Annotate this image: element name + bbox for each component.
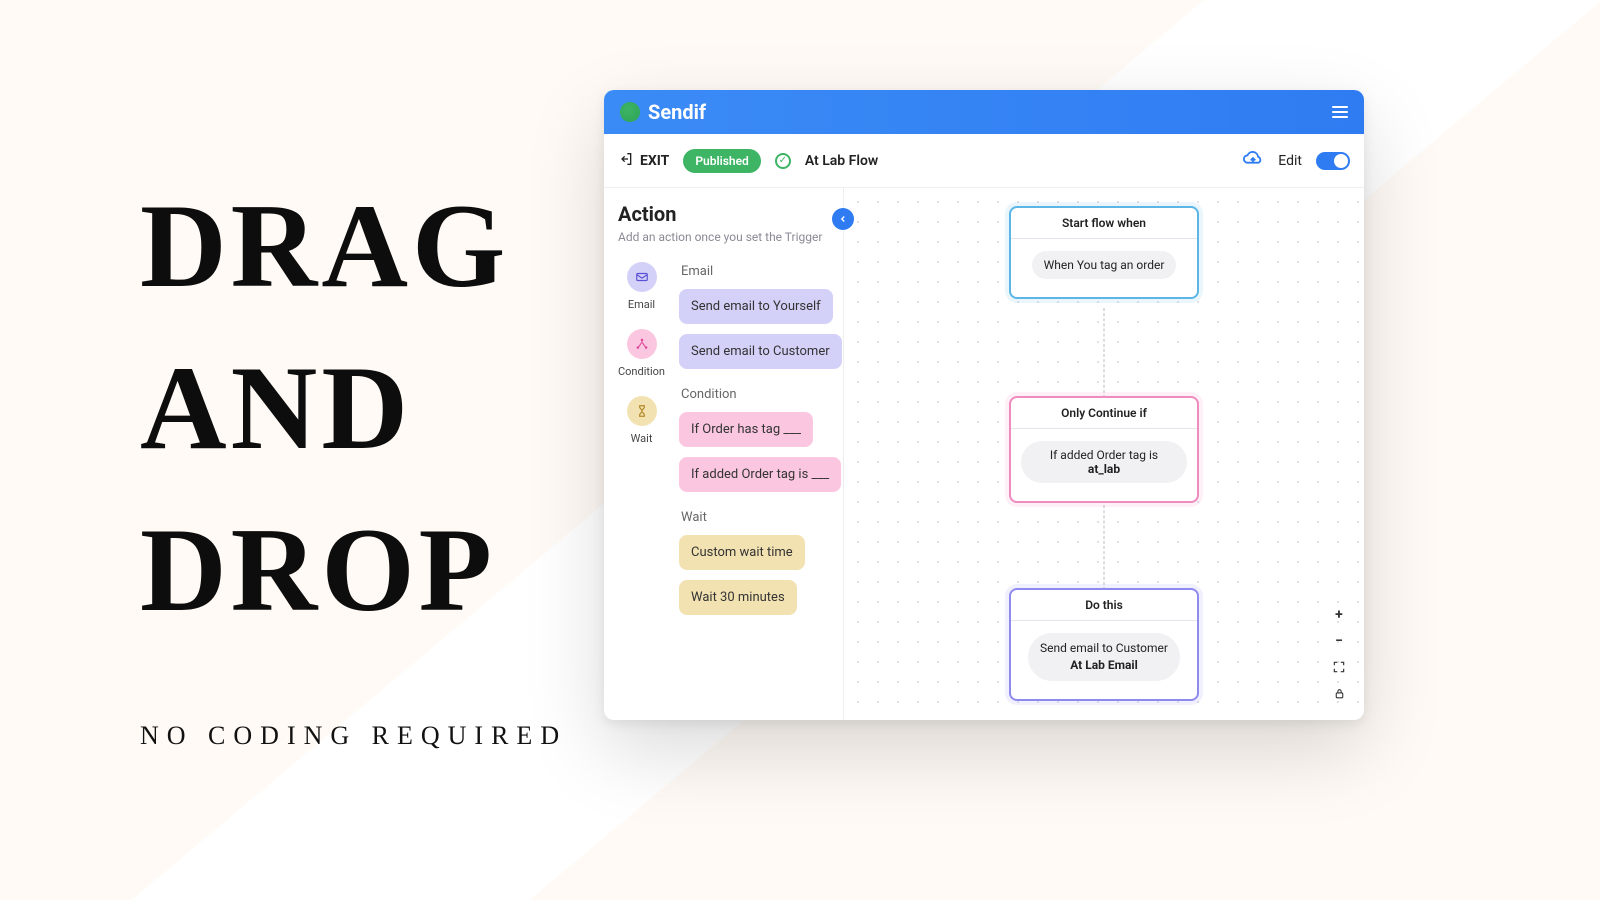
- flow-title: At Lab Flow: [805, 153, 878, 169]
- zoom-in-button[interactable]: +: [1330, 606, 1348, 624]
- node-action-head: Do this: [1011, 590, 1197, 621]
- exit-icon: [618, 151, 634, 171]
- panel-hint: Add an action once you set the Trigger: [618, 230, 831, 244]
- group-condition-label: Condition: [681, 387, 842, 402]
- hero-headline: DRAG AND DROP: [140, 165, 567, 651]
- app-window: Sendif EXIT Published ✓ At Lab Flow Edit…: [604, 90, 1364, 720]
- branch-icon: [627, 329, 657, 359]
- app-header: Sendif: [604, 90, 1364, 134]
- node-action-chip: Send email to Customer At Lab Email: [1028, 633, 1180, 681]
- envelope-icon: [627, 262, 657, 292]
- connector-2: [1104, 500, 1105, 590]
- status-badge: Published: [683, 149, 760, 173]
- category-email[interactable]: Email: [627, 262, 657, 311]
- fit-view-button[interactable]: [1330, 658, 1348, 676]
- group-wait-label: Wait: [681, 510, 842, 525]
- brand-logo[interactable]: Sendif: [620, 100, 706, 124]
- check-icon: ✓: [775, 153, 791, 169]
- collapse-panel-button[interactable]: [832, 208, 854, 230]
- edit-label: Edit: [1278, 153, 1302, 169]
- hero-copy: DRAG AND DROP NO CODING REQUIRED: [140, 165, 567, 751]
- category-wait[interactable]: Wait: [627, 396, 657, 445]
- action-if-order-has-tag[interactable]: If Order has tag ___: [679, 412, 813, 447]
- toolbar: EXIT Published ✓ At Lab Flow Edit: [604, 134, 1364, 188]
- brand-logo-icon: [620, 102, 640, 122]
- cloud-sync-icon[interactable]: [1242, 148, 1264, 174]
- node-condition[interactable]: Only Continue if If added Order tag is a…: [1009, 396, 1199, 503]
- flow-canvas[interactable]: Start flow when When You tag an order On…: [844, 188, 1364, 720]
- node-condition-chip: If added Order tag is at_lab: [1021, 441, 1187, 483]
- action-send-email-customer[interactable]: Send email to Customer: [679, 334, 842, 369]
- category-wait-label: Wait: [631, 432, 653, 445]
- hourglass-icon: [627, 396, 657, 426]
- category-condition[interactable]: Condition: [618, 329, 665, 378]
- lock-button[interactable]: [1330, 684, 1348, 702]
- panel-title: Action: [618, 202, 831, 226]
- group-email-label: Email: [681, 264, 842, 279]
- action-wait-30-min[interactable]: Wait 30 minutes: [679, 580, 797, 615]
- hamburger-menu-icon[interactable]: [1332, 106, 1348, 118]
- brand-name: Sendif: [648, 100, 706, 124]
- category-condition-label: Condition: [618, 365, 665, 378]
- category-email-label: Email: [628, 298, 655, 311]
- node-trigger[interactable]: Start flow when When You tag an order: [1009, 206, 1199, 299]
- hero-line-3: DROP: [140, 503, 496, 636]
- node-trigger-chip: When You tag an order: [1032, 251, 1177, 279]
- canvas-controls: + −: [1330, 606, 1348, 702]
- hero-line-1: DRAG: [140, 179, 509, 312]
- action-panel: Action Add an action once you set the Tr…: [604, 188, 844, 720]
- hero-subtitle: NO CODING REQUIRED: [140, 721, 567, 751]
- connector-1: [1104, 308, 1105, 398]
- action-if-added-tag-is[interactable]: If added Order tag is ___: [679, 457, 841, 492]
- node-action[interactable]: Do this Send email to Customer At Lab Em…: [1009, 588, 1199, 701]
- edit-toggle[interactable]: [1316, 152, 1350, 170]
- exit-button[interactable]: EXIT: [618, 151, 669, 171]
- action-custom-wait[interactable]: Custom wait time: [679, 535, 805, 570]
- exit-label: EXIT: [640, 153, 669, 169]
- zoom-out-button[interactable]: −: [1330, 632, 1348, 650]
- node-condition-head: Only Continue if: [1011, 398, 1197, 429]
- hero-line-2: AND: [140, 341, 412, 474]
- action-send-email-self[interactable]: Send email to Yourself: [679, 289, 833, 324]
- node-trigger-head: Start flow when: [1011, 208, 1197, 239]
